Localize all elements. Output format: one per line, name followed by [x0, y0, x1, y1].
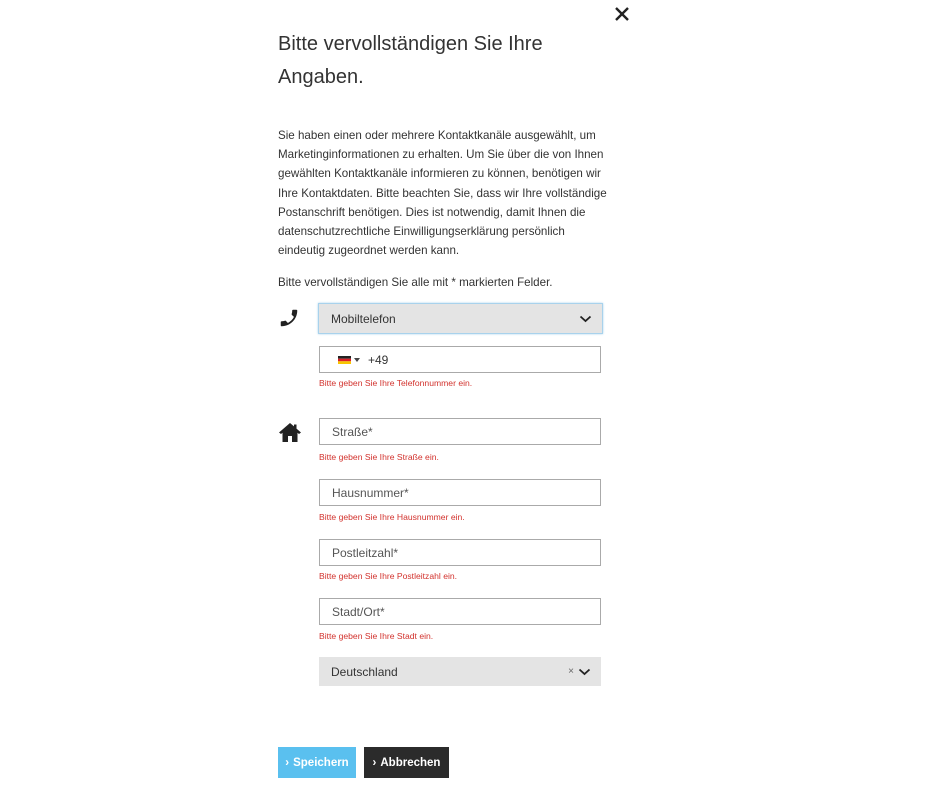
house-number-placeholder: Hausnummer*: [332, 485, 409, 500]
clear-selection-icon[interactable]: ×: [568, 665, 574, 679]
cancel-button-label: Abbrechen: [380, 756, 441, 769]
postal-code-error: Bitte geben Sie Ihre Postleitzahl ein.: [319, 571, 458, 581]
street-input[interactable]: Straße*: [319, 418, 601, 445]
postal-code-placeholder: Postleitzahl*: [332, 545, 399, 560]
phone-type-select[interactable]: Mobiltelefon: [318, 303, 603, 334]
dial-code: +49: [368, 352, 389, 367]
city-input[interactable]: Stadt/Ort*: [319, 598, 601, 625]
dialog-title: Bitte vervollständigen Sie Ihre Angaben.: [278, 33, 543, 88]
chevron-down-icon: [578, 668, 591, 675]
contact-data-dialog: Bitte vervollständigen Sie Ihre Angaben.…: [0, 0, 930, 800]
house-number-error: Bitte geben Sie Ihre Hausnummer ein.: [319, 512, 465, 522]
save-button-label: Speichern: [293, 756, 349, 769]
chevron-down-icon: [579, 315, 592, 322]
postal-code-input[interactable]: Postleitzahl*: [319, 539, 601, 566]
phone-type-value: Mobiltelefon: [331, 311, 396, 326]
close-icon[interactable]: [612, 4, 632, 24]
country-select[interactable]: Deutschland ×: [319, 657, 601, 686]
house-number-input[interactable]: Hausnummer*: [319, 479, 601, 506]
phone-icon: [280, 309, 298, 327]
flag-de-icon: [338, 355, 351, 364]
street-placeholder: Straße*: [332, 424, 373, 439]
required-fields-note: Bitte vervollständigen Sie alle mit * ma…: [278, 276, 553, 289]
phone-number-field[interactable]: +49: [319, 346, 601, 373]
cancel-button[interactable]: › Abbrechen: [364, 747, 449, 778]
city-placeholder: Stadt/Ort*: [332, 604, 385, 619]
city-error: Bitte geben Sie Ihre Stadt ein.: [319, 631, 434, 641]
home-icon: [279, 423, 301, 442]
arrow-right-icon: ›: [372, 756, 377, 769]
intro-text: Sie haben einen oder mehrere Kontaktkanä…: [278, 129, 607, 258]
caret-down-icon: [354, 357, 360, 362]
country-code-picker[interactable]: [330, 355, 368, 364]
phone-error: Bitte geben Sie Ihre Telefonnummer ein.: [319, 378, 473, 388]
country-value: Deutschland: [331, 664, 398, 679]
arrow-right-icon: ›: [285, 756, 290, 769]
save-button[interactable]: › Speichern: [278, 747, 356, 778]
street-error: Bitte geben Sie Ihre Straße ein.: [319, 452, 439, 462]
